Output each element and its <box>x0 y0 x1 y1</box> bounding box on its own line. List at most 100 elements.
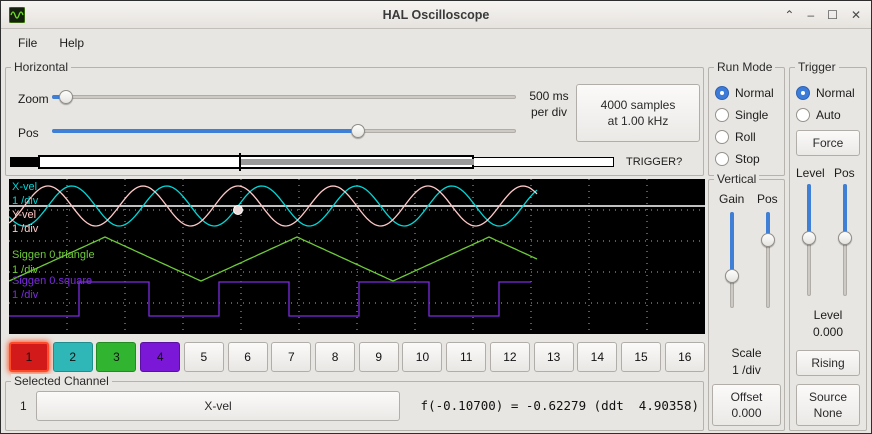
trigger-pos-slider-fill <box>843 184 847 238</box>
trigger-slope-button[interactable]: Rising <box>796 350 860 376</box>
selected-channel-panel-title: Selected Channel <box>11 374 112 388</box>
gain-slider-handle[interactable] <box>725 269 739 283</box>
radio-label: Single <box>735 108 768 122</box>
trigger-level-caption: Level <box>790 308 866 322</box>
channel-button-11[interactable]: 11 <box>446 342 486 372</box>
radio-single[interactable]: Single <box>715 104 774 126</box>
channel-button-13[interactable]: 13 <box>534 342 574 372</box>
radio-label: Stop <box>735 152 760 166</box>
scope-channel-scale: 1 /div <box>12 195 38 207</box>
trigger-slope-label: Rising <box>811 355 844 371</box>
overview-bar[interactable] <box>8 152 620 172</box>
trigger-panel-title: Trigger <box>795 60 839 74</box>
vertical-panel: Vertical Gain Pos Scale 1 /div Offset 0.… <box>708 179 785 431</box>
vertical-pos-slider-handle[interactable] <box>761 233 775 247</box>
trigger-source-value: None <box>814 405 843 421</box>
titlebar: HAL Oscilloscope ⌃ – ☐ ✕ <box>1 1 871 29</box>
channel-button-3[interactable]: 3 <box>96 342 136 372</box>
scope-display[interactable]: X-vel1 /divY-vel1 /divSiggen 0.triangle1… <box>9 179 705 334</box>
samples-button[interactable]: 4000 samples at 1.00 kHz <box>576 84 700 142</box>
channel-button-5[interactable]: 5 <box>184 342 224 372</box>
trigger-question-label: TRIGGER? <box>626 156 682 168</box>
trigger-level-label: Level <box>796 166 825 180</box>
trigger-level-slider[interactable] <box>802 184 816 296</box>
trigger-pos-slider[interactable] <box>838 184 852 296</box>
time-per-div-unit: per div <box>520 104 578 120</box>
scope-channel-scale: 1 /div <box>12 289 38 301</box>
channel-button-8[interactable]: 8 <box>315 342 355 372</box>
maximize-icon[interactable]: ☐ <box>827 1 838 29</box>
pos-slider-handle[interactable] <box>351 124 365 138</box>
radio-normal[interactable]: Normal <box>796 82 855 104</box>
close-icon[interactable]: ✕ <box>851 1 861 29</box>
channel-readout: f(-0.10700) = -0.62279 (ddt 4.90358) <box>421 398 699 413</box>
radio-label: Auto <box>816 108 841 122</box>
channel-button-4[interactable]: 4 <box>140 342 180 372</box>
channel-button-9[interactable]: 9 <box>359 342 399 372</box>
channel-button-1[interactable]: 1 <box>9 342 49 372</box>
waveform-canvas <box>9 179 705 334</box>
zoom-slider-handle[interactable] <box>59 90 73 104</box>
scope-channel-name: Siggen 0.square <box>12 275 92 287</box>
run-mode-options: Normal Single Roll Stop <box>715 82 774 170</box>
channel-button-14[interactable]: 14 <box>577 342 617 372</box>
window-controls: ⌃ – ☐ ✕ <box>784 1 861 29</box>
gain-slider[interactable] <box>725 212 739 308</box>
app-window: HAL Oscilloscope ⌃ – ☐ ✕ File Help Horiz… <box>0 0 872 434</box>
channel-name-label: X-vel <box>204 398 231 414</box>
trigger-level-slider-fill <box>807 184 811 238</box>
selected-channel-panel: Selected Channel 1 X-vel f(-0.10700) = -… <box>5 381 704 431</box>
force-button[interactable]: Force <box>796 130 860 156</box>
trigger-source-button[interactable]: Source None <box>796 384 860 426</box>
horizontal-panel: Horizontal Zoom 500 ms per div 4000 samp… <box>5 67 704 176</box>
channel-button-6[interactable]: 6 <box>228 342 268 372</box>
scale-caption: Scale <box>709 346 784 360</box>
overview-trigger-tick[interactable] <box>239 153 241 171</box>
channel-button-row: 12345678910111213141516 <box>9 342 705 372</box>
offset-button[interactable]: Offset 0.000 <box>712 384 781 426</box>
radio-roll[interactable]: Roll <box>715 126 774 148</box>
selected-channel-number: 1 <box>20 399 27 413</box>
channel-button-16[interactable]: 16 <box>665 342 705 372</box>
samples-rate: at 1.00 kHz <box>608 113 669 129</box>
pos-slider-fill <box>52 129 358 133</box>
window-title: HAL Oscilloscope <box>1 8 871 22</box>
zoom-slider[interactable] <box>52 90 516 104</box>
channel-button-12[interactable]: 12 <box>490 342 530 372</box>
offset-caption: Offset <box>731 389 763 405</box>
channel-button-2[interactable]: 2 <box>53 342 93 372</box>
scale-value: 1 /div <box>709 363 784 377</box>
shade-icon[interactable]: ⌃ <box>784 1 794 29</box>
channel-button-10[interactable]: 10 <box>402 342 442 372</box>
scope-channel-name: Y-vel <box>12 209 36 221</box>
pos-slider[interactable] <box>52 124 516 138</box>
run-mode-panel: Run Mode NormalSingleRollStop <box>708 67 785 176</box>
menu-help[interactable]: Help <box>49 32 94 54</box>
channel-name-button[interactable]: X-vel <box>36 391 400 421</box>
channel-button-7[interactable]: 7 <box>271 342 311 372</box>
horizontal-panel-title: Horizontal <box>11 60 71 74</box>
menubar: File Help <box>2 30 872 56</box>
gain-slider-fill <box>730 212 734 276</box>
radio-auto[interactable]: Auto <box>796 104 855 126</box>
trigger-mode-options: Normal Auto <box>796 82 855 126</box>
radio-label: Roll <box>735 130 756 144</box>
run-mode-panel-title: Run Mode <box>714 60 775 74</box>
trigger-level-value: 0.000 <box>790 325 866 339</box>
vertical-pos-label: Pos <box>757 192 778 206</box>
radio-stop[interactable]: Stop <box>715 148 774 170</box>
trigger-pos-slider-handle[interactable] <box>838 231 852 245</box>
radio-normal[interactable]: Normal <box>715 82 774 104</box>
vertical-pos-slider[interactable] <box>761 212 775 308</box>
zoom-slider-groove[interactable] <box>52 95 516 99</box>
vertical-panel-title: Vertical <box>714 172 759 186</box>
overview-pretrigger-region <box>10 157 38 167</box>
channel-button-15[interactable]: 15 <box>621 342 661 372</box>
radio-indicator <box>796 108 810 122</box>
trigger-level-slider-handle[interactable] <box>802 231 816 245</box>
overview-filled-region <box>241 159 474 165</box>
minimize-icon[interactable]: – <box>807 1 814 29</box>
scope-channel-name: X-vel <box>12 181 37 193</box>
radio-indicator <box>796 86 810 100</box>
menu-file[interactable]: File <box>8 32 47 54</box>
